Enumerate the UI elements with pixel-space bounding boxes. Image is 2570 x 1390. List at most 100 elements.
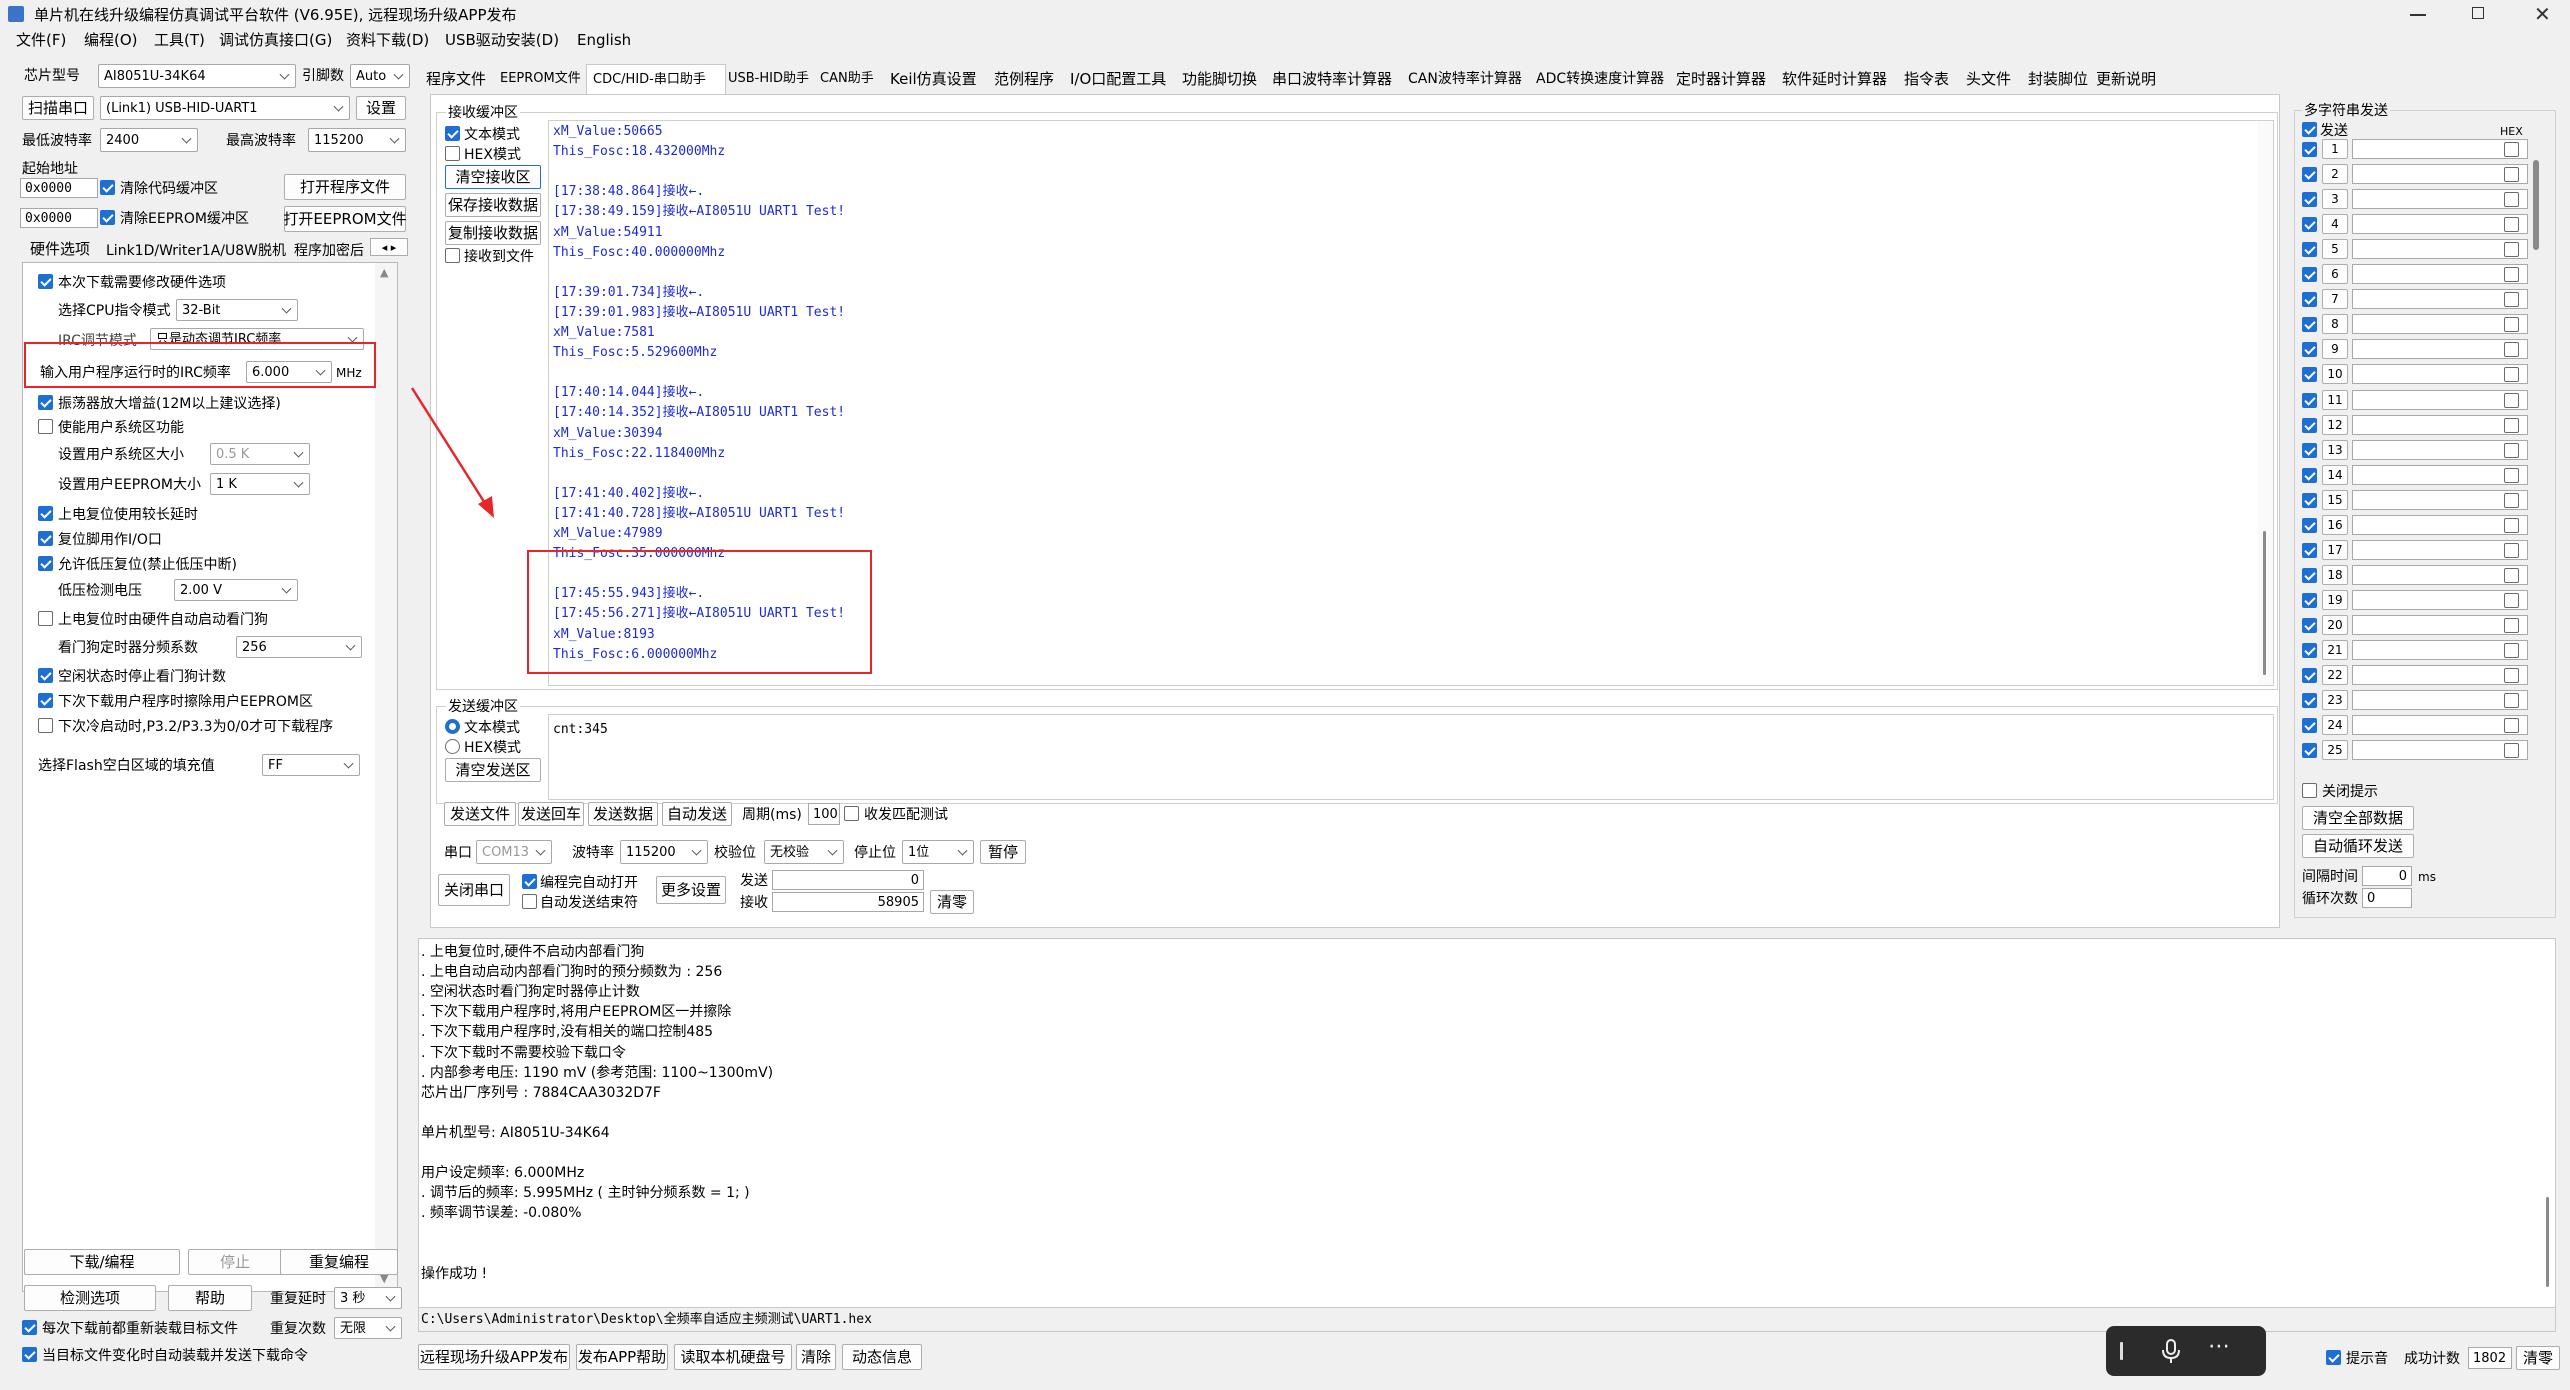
multi-row-hex-checkbox[interactable] xyxy=(2504,167,2519,183)
multi-row-checkbox[interactable] xyxy=(2302,743,2317,759)
tab-changelog[interactable]: 更新说明 xyxy=(2096,72,2156,87)
multi-row-send-button[interactable]: 9 xyxy=(2322,339,2348,360)
lvr-checkbox[interactable] xyxy=(38,556,53,571)
download-program-button[interactable]: 下载/编程 xyxy=(24,1249,180,1275)
auto-send-button[interactable]: 自动发送 xyxy=(662,802,732,826)
multi-row-hex-checkbox[interactable] xyxy=(2504,467,2519,483)
multi-row-input[interactable] xyxy=(2352,464,2528,485)
multi-row-send-button[interactable]: 21 xyxy=(2322,640,2348,660)
receive-scroll-thumb[interactable] xyxy=(2263,531,2266,675)
multi-row-input[interactable] xyxy=(2352,740,2528,761)
scroll-up-icon[interactable]: ▲ xyxy=(380,267,388,278)
more-settings-button[interactable]: 更多设置 xyxy=(656,876,726,904)
multi-row-send-button[interactable]: 17 xyxy=(2322,539,2348,560)
reset-io-checkbox[interactable] xyxy=(38,531,53,546)
multi-row-send-button[interactable]: 25 xyxy=(2322,740,2348,761)
multi-row-input[interactable] xyxy=(2352,439,2528,460)
send-text-mode-radio[interactable] xyxy=(445,719,460,734)
multi-row-input[interactable] xyxy=(2352,665,2528,686)
multi-send-all-checkbox[interactable] xyxy=(2302,122,2317,137)
multi-row-input[interactable] xyxy=(2352,189,2528,210)
multi-row-hex-checkbox[interactable] xyxy=(2504,743,2519,759)
multi-row-hex-checkbox[interactable] xyxy=(2504,542,2519,558)
tab-serial-assistant-active[interactable]: CDC/HID-串口助手 xyxy=(586,64,726,94)
multi-row-send-button[interactable]: 20 xyxy=(2322,614,2348,635)
multi-row-send-button[interactable]: 7 xyxy=(2322,289,2348,310)
microphone-icon[interactable] xyxy=(2160,1338,2182,1364)
multi-row-checkbox[interactable] xyxy=(2302,317,2317,333)
tab-eeprom-file[interactable]: EEPROM文件 xyxy=(500,72,581,85)
clear-all-data-button[interactable]: 清空全部数据 xyxy=(2302,806,2414,830)
tab-can[interactable]: CAN助手 xyxy=(820,72,874,85)
multi-row-send-button[interactable]: 12 xyxy=(2322,414,2348,435)
multi-row-send-button[interactable]: 11 xyxy=(2322,389,2348,410)
read-disk-button[interactable]: 读取本机硬盘号 xyxy=(674,1344,792,1370)
auto-end-checkbox[interactable] xyxy=(522,894,537,909)
send-area[interactable]: cnt:345 xyxy=(548,714,2274,800)
interval-input[interactable]: 0 xyxy=(2362,866,2412,886)
tab-headers[interactable]: 头文件 xyxy=(1966,72,2011,87)
send-data-button[interactable]: 发送数据 xyxy=(588,802,658,826)
tab-keil[interactable]: Keil仿真设置 xyxy=(890,72,977,87)
tab-timer-calc[interactable]: 定时器计算器 xyxy=(1676,72,1766,87)
min-baud-select[interactable]: 2400 xyxy=(100,128,198,152)
clear-code-checkbox[interactable] xyxy=(100,180,115,195)
menu-file[interactable]: 文件(F) xyxy=(16,33,66,48)
tab-instructions[interactable]: 指令表 xyxy=(1904,72,1949,87)
multi-row-input[interactable] xyxy=(2352,690,2528,711)
multi-row-checkbox[interactable] xyxy=(2302,367,2317,383)
multi-row-send-button[interactable]: 3 xyxy=(2322,189,2348,210)
repeat-count-select[interactable]: 无限 xyxy=(334,1317,402,1339)
multi-row-send-button[interactable]: 23 xyxy=(2322,690,2348,711)
multi-row-hex-checkbox[interactable] xyxy=(2504,192,2519,208)
multi-row-checkbox[interactable] xyxy=(2302,693,2317,709)
repeat-delay-select[interactable]: 3 秒 xyxy=(334,1287,402,1309)
cold-boot-checkbox[interactable] xyxy=(38,718,53,733)
auto-load-checkbox[interactable] xyxy=(22,1347,37,1362)
multi-row-hex-checkbox[interactable] xyxy=(2504,668,2519,684)
multi-row-hex-checkbox[interactable] xyxy=(2504,367,2519,383)
send-hex-mode-radio[interactable] xyxy=(445,739,460,754)
multi-row-hex-checkbox[interactable] xyxy=(2504,242,2519,258)
multi-send-scrollbar[interactable] xyxy=(2533,160,2539,250)
long-delay-checkbox[interactable] xyxy=(38,506,53,521)
multi-row-hex-checkbox[interactable] xyxy=(2504,267,2519,283)
multi-row-input[interactable] xyxy=(2352,389,2528,410)
multi-row-checkbox[interactable] xyxy=(2302,392,2317,408)
recv-hex-mode-checkbox[interactable] xyxy=(445,146,460,161)
multi-row-checkbox[interactable] xyxy=(2302,417,2317,433)
reprogram-button[interactable]: 重复编程 xyxy=(280,1249,398,1275)
tab-encrypt[interactable]: 程序加密后 xyxy=(294,244,364,258)
multi-row-hex-checkbox[interactable] xyxy=(2504,492,2519,508)
multi-row-send-button[interactable]: 24 xyxy=(2322,715,2348,736)
multi-row-send-button[interactable]: 15 xyxy=(2322,489,2348,510)
recv-to-file-checkbox[interactable] xyxy=(445,248,460,263)
multi-row-input[interactable] xyxy=(2352,539,2528,560)
multi-row-checkbox[interactable] xyxy=(2302,342,2317,358)
minimize-icon[interactable] xyxy=(2410,14,2426,16)
multi-row-hex-checkbox[interactable] xyxy=(2504,317,2519,333)
close-port-button[interactable]: 关闭串口 xyxy=(438,874,510,906)
multi-row-input[interactable] xyxy=(2352,514,2528,535)
port-select[interactable]: (Link1) USB-HID-UART1 xyxy=(100,96,350,120)
clear-receive-button[interactable]: 清空接收区 xyxy=(445,165,541,189)
lvd-select[interactable]: 2.00 V xyxy=(174,579,298,601)
tab-can-baud-calc[interactable]: CAN波特率计算器 xyxy=(1408,72,1522,86)
multi-row-send-button[interactable]: 1 xyxy=(2322,139,2348,159)
open-program-button[interactable]: 打开程序文件 xyxy=(284,174,406,200)
multi-row-hex-checkbox[interactable] xyxy=(2504,567,2519,583)
multi-row-input[interactable] xyxy=(2352,164,2528,185)
remote-app-button[interactable]: 远程现场升级APP发布 xyxy=(418,1344,570,1370)
dynamic-info-button[interactable]: 动态信息 xyxy=(842,1344,922,1370)
match-test-checkbox[interactable] xyxy=(844,806,859,821)
stop-button[interactable]: 停止 xyxy=(188,1249,282,1275)
clear-count-button[interactable]: 清零 xyxy=(930,890,974,914)
menu-program[interactable]: 编程(O) xyxy=(84,33,138,48)
toolbar-handle-icon[interactable] xyxy=(2120,1342,2123,1360)
multi-row-send-button[interactable]: 5 xyxy=(2322,239,2348,260)
tab-adc-calc[interactable]: ADC转换速度计算器 xyxy=(1536,72,1664,86)
multi-row-input[interactable] xyxy=(2352,139,2528,159)
multi-row-input[interactable] xyxy=(2352,589,2528,610)
baud-select[interactable]: 115200 xyxy=(620,840,708,864)
multi-row-send-button[interactable]: 18 xyxy=(2322,564,2348,585)
